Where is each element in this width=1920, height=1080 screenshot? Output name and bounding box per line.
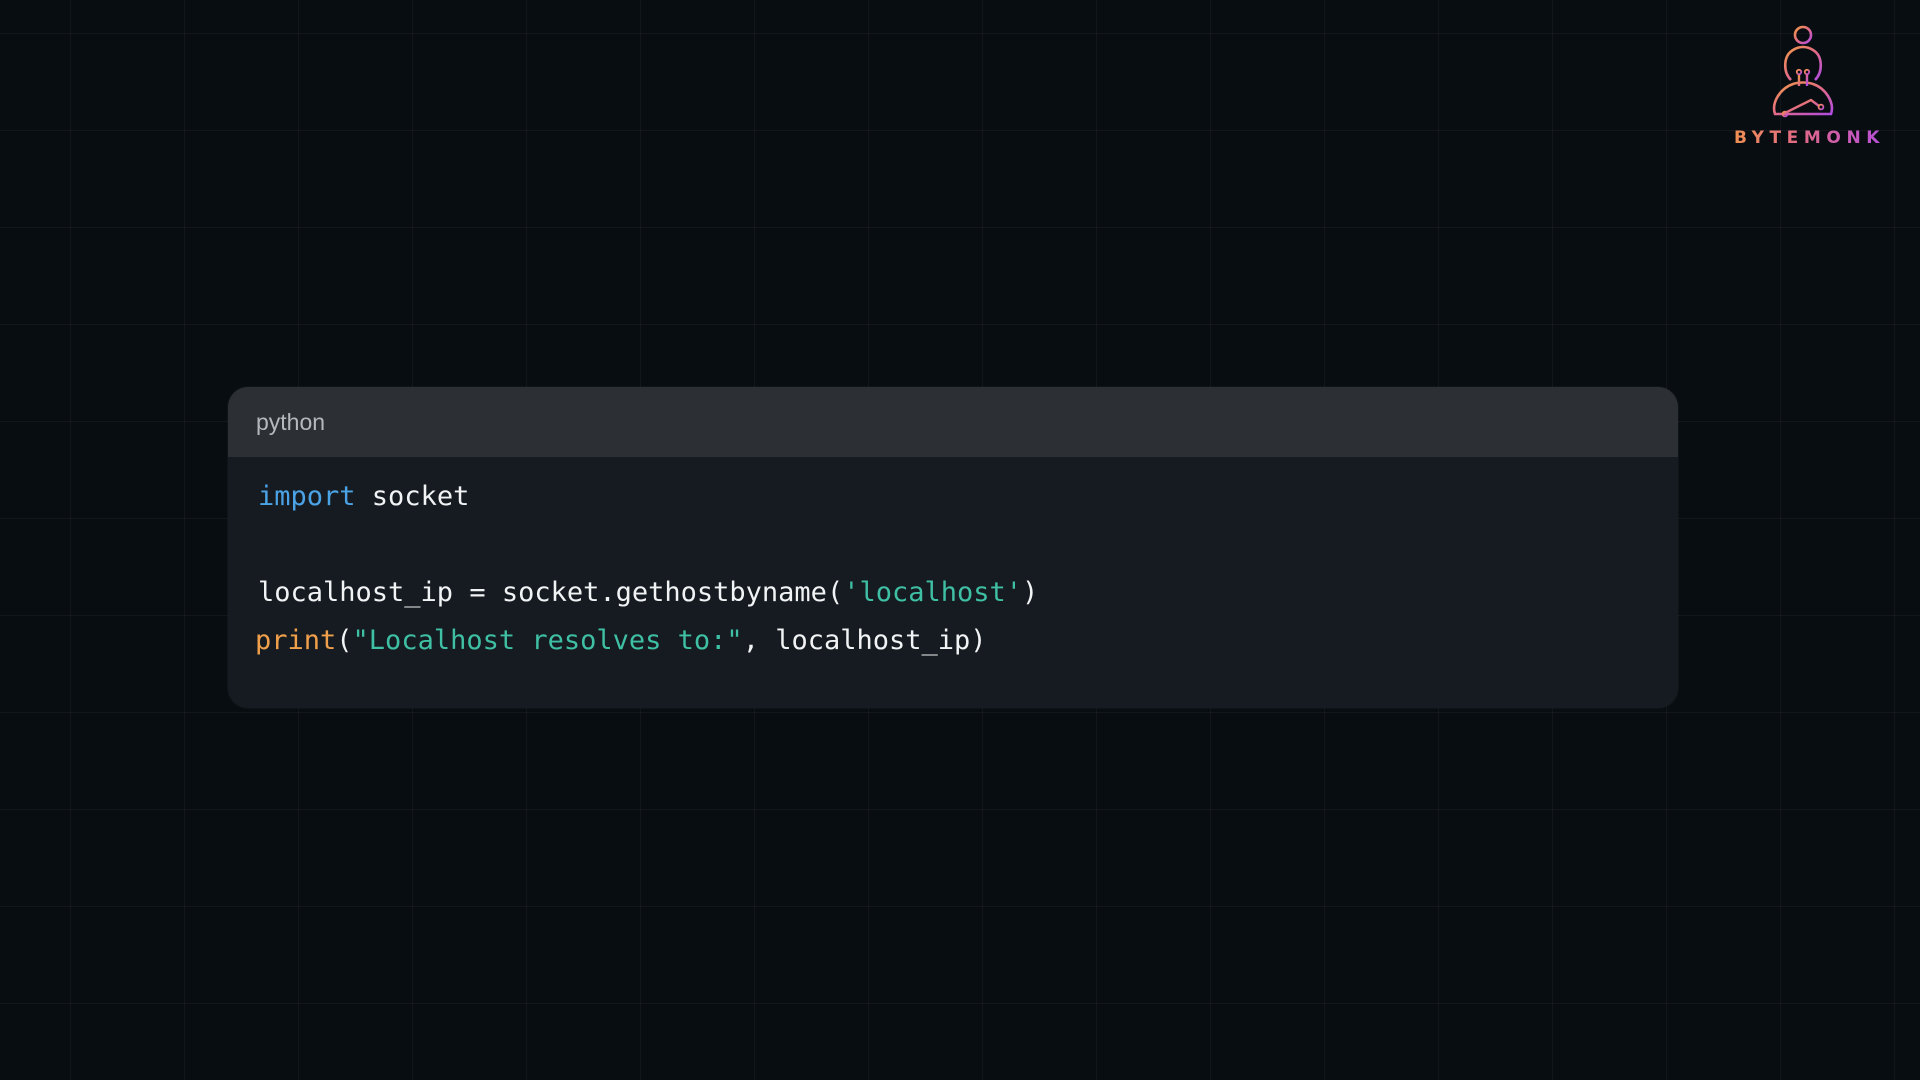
monk-meditating-circuit-icon <box>1772 25 1834 118</box>
code-token-keyword: import <box>258 481 356 512</box>
code-block: python import socket localhost_ip = sock… <box>228 387 1678 708</box>
code-token: localhost_ip = socket.gethostbyname( <box>258 577 844 608</box>
code-token: ( <box>336 625 353 656</box>
code-token-string: 'localhost' <box>843 577 1023 608</box>
code-token: , localhost_ip) <box>742 625 987 656</box>
code-block-header: python <box>228 387 1678 457</box>
code-language-label: python <box>256 408 326 435</box>
code-block-body: import socket localhost_ip = socket.geth… <box>228 457 1678 665</box>
code-line: localhost_ip = socket.gethostbyname('loc… <box>258 569 1678 617</box>
code-line: import socket <box>258 473 1678 521</box>
code-token: ) <box>1022 577 1039 608</box>
brand-name: BYTEMONK <box>1718 128 1896 148</box>
code-token: socket <box>355 481 470 512</box>
code-token-function: print <box>255 625 337 656</box>
code-token-string: "Localhost resolves to:" <box>352 625 743 656</box>
bytemonk-logo: BYTEMONK <box>1718 22 1896 152</box>
code-line: print("Localhost resolves to:", localhos… <box>255 617 1678 665</box>
